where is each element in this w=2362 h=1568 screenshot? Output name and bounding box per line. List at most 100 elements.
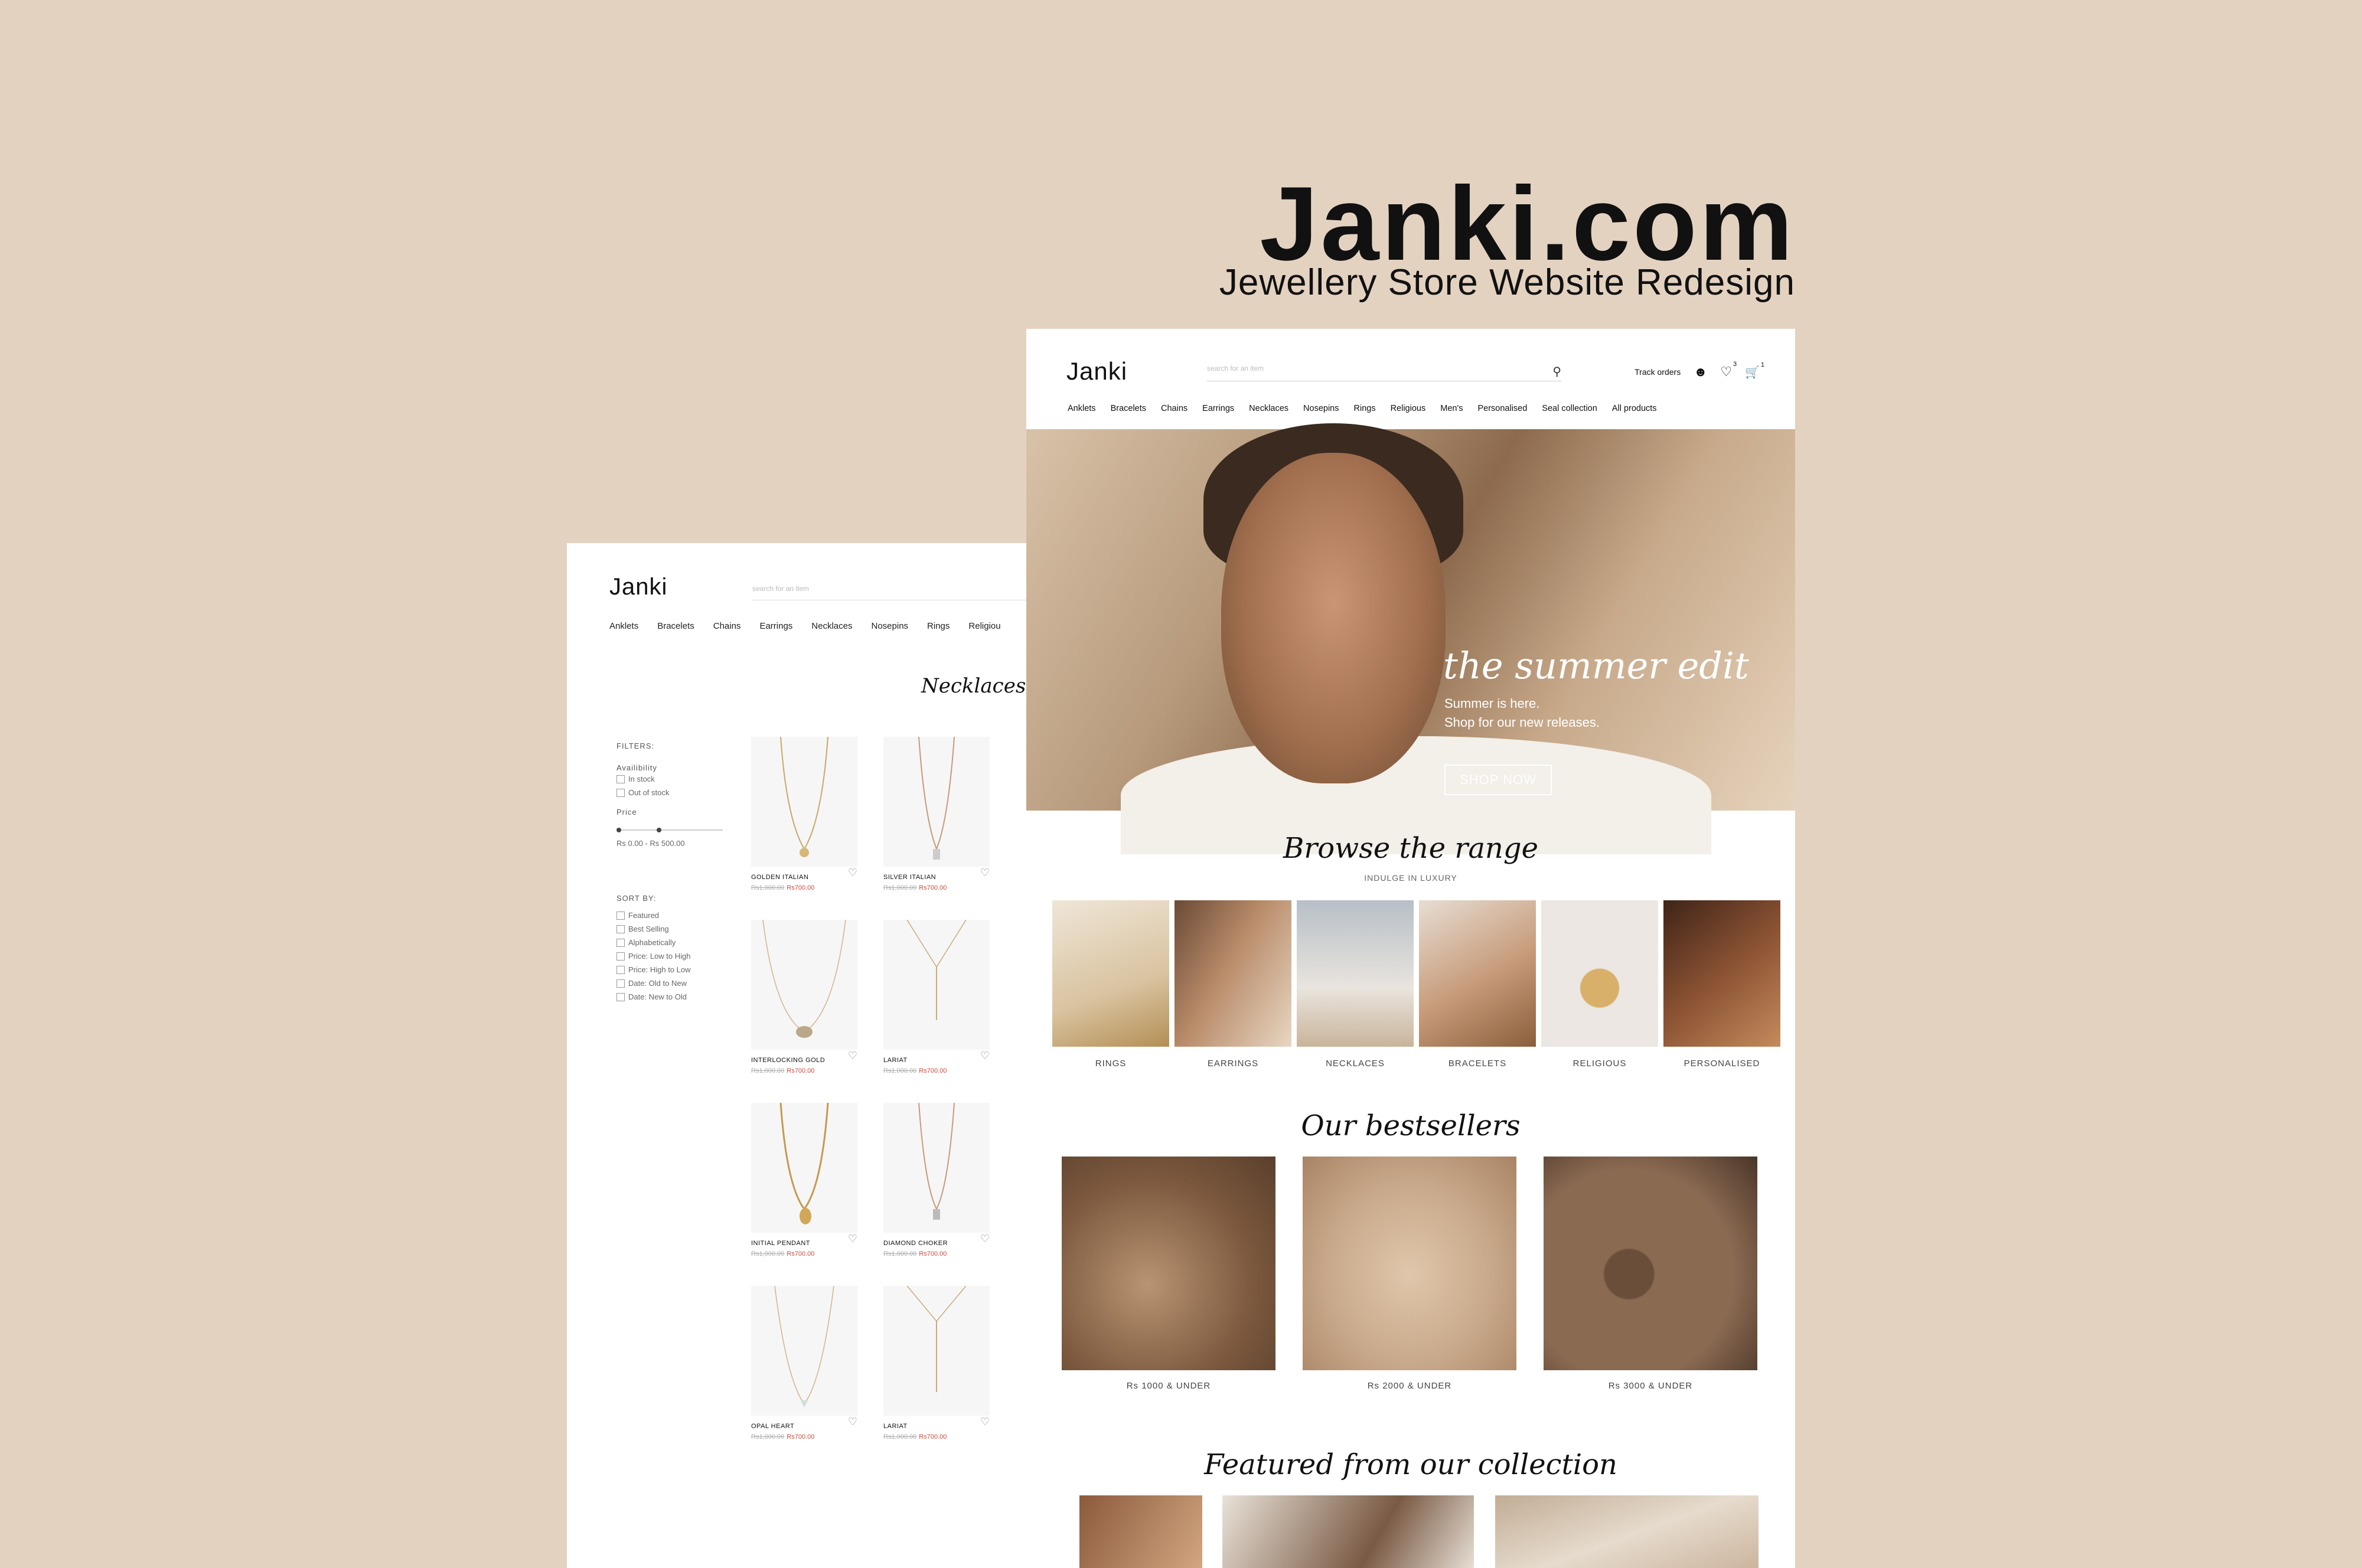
heart-icon[interactable]: ♡ xyxy=(848,1416,857,1430)
nav-item-anklets[interactable]: Anklets xyxy=(609,621,638,631)
cart-icon[interactable]: 🛒 1 xyxy=(1745,361,1764,380)
sort-option[interactable]: Price: High to Low xyxy=(616,963,735,976)
featured-image[interactable] xyxy=(1495,1495,1759,1568)
site-logo[interactable]: Janki xyxy=(609,574,667,600)
bestseller-tile[interactable]: Rs 2000 & UNDER xyxy=(1303,1157,1516,1391)
nav-item-nosepins[interactable]: Nosepins xyxy=(872,621,909,631)
nav-item-religious[interactable]: Religiou xyxy=(968,621,1000,631)
nav-item-necklaces[interactable]: Necklaces xyxy=(1249,404,1288,413)
site-logo[interactable]: Janki xyxy=(1066,357,1127,386)
checkbox[interactable] xyxy=(616,925,625,933)
price-slider[interactable] xyxy=(616,828,723,832)
featured-image[interactable] xyxy=(1222,1495,1474,1568)
nav-item-anklets[interactable]: Anklets xyxy=(1068,404,1096,413)
nav-item-seal-collection[interactable]: Seal collection xyxy=(1542,404,1597,413)
heart-icon[interactable]: ♡ xyxy=(848,867,857,881)
nav-item-religious[interactable]: Religious xyxy=(1391,404,1426,413)
heart-icon[interactable]: ♡ xyxy=(980,867,990,881)
product-image[interactable] xyxy=(751,1102,857,1233)
nav-item-all-products[interactable]: All products xyxy=(1612,404,1657,413)
sort-option[interactable]: Featured xyxy=(616,909,735,922)
sale-price: Rs700.00 xyxy=(787,1250,815,1257)
category-tile-personalised[interactable]: PERSONALISED xyxy=(1663,900,1780,1069)
sort-option[interactable]: Best Selling xyxy=(616,922,735,936)
product-name: DIAMOND CHOKER xyxy=(883,1240,948,1247)
nav-item-rings[interactable]: Rings xyxy=(1354,404,1376,413)
heart-icon[interactable]: ♡ xyxy=(980,1050,990,1064)
showcase-title: Janki.com xyxy=(1260,165,1795,282)
nav-item-earrings[interactable]: Earrings xyxy=(759,621,792,631)
product-image[interactable] xyxy=(883,1285,990,1416)
heart-icon[interactable]: ♡ xyxy=(980,1233,990,1247)
nav-item-personalised[interactable]: Personalised xyxy=(1477,404,1527,413)
product-image[interactable] xyxy=(751,1285,857,1416)
sort-option[interactable]: Alphabetically xyxy=(616,936,735,949)
product-card[interactable]: LARIAT ♡ Rs1,000.00 Rs700.00 xyxy=(883,919,990,1074)
wishlist-icon[interactable]: ♡ 3 xyxy=(1720,361,1737,380)
featured-image[interactable] xyxy=(1079,1495,1202,1568)
checkbox[interactable] xyxy=(616,952,625,961)
product-card[interactable]: INITIAL PENDANT ♡ Rs1,000.00 Rs700.00 xyxy=(751,1102,857,1257)
category-tile-earrings[interactable]: EARRINGS xyxy=(1175,900,1291,1069)
sort-option[interactable]: Price: Low to High xyxy=(616,949,735,963)
nav-item-necklaces[interactable]: Necklaces xyxy=(811,621,852,631)
nav-item-mens[interactable]: Men's xyxy=(1440,404,1463,413)
nav-item-bracelets[interactable]: Bracelets xyxy=(1111,404,1146,413)
product-card[interactable]: DIAMOND CHOKER ♡ Rs1,000.00 Rs700.00 xyxy=(883,1102,990,1257)
track-orders-link[interactable]: Track orders xyxy=(1635,367,1681,377)
user-icon[interactable]: ☻ xyxy=(1694,364,1707,380)
product-card[interactable]: GOLDEN ITALIAN ♡ Rs1,000.00 Rs700.00 xyxy=(751,736,857,891)
search-input[interactable]: search for an item xyxy=(752,584,1027,600)
product-card[interactable]: OPAL HEART ♡ Rs1,000.00 Rs700.00 xyxy=(751,1285,857,1440)
product-card[interactable]: INTERLOCKING GOLD ♡ Rs1,000.00 Rs700.00 xyxy=(751,919,857,1074)
checkbox[interactable] xyxy=(616,788,625,797)
bestseller-tile[interactable]: Rs 3000 & UNDER xyxy=(1544,1157,1757,1391)
sort-option[interactable]: Date: Old to New xyxy=(616,976,735,990)
slider-min-handle[interactable] xyxy=(616,828,621,832)
product-card[interactable]: LARIAT ♡ Rs1,000.00 Rs700.00 xyxy=(883,1285,990,1440)
product-image[interactable] xyxy=(751,919,857,1050)
old-price: Rs1,000.00 xyxy=(883,884,917,891)
checkbox[interactable] xyxy=(616,979,625,988)
product-image[interactable] xyxy=(883,919,990,1050)
heart-icon[interactable]: ♡ xyxy=(980,1416,990,1430)
product-image[interactable] xyxy=(883,736,990,867)
tile-image xyxy=(1297,900,1414,1047)
nav-item-chains[interactable]: Chains xyxy=(1161,404,1187,413)
search-input[interactable]: search for an item ⚲ xyxy=(1207,364,1561,381)
filters-heading: FILTERS: xyxy=(616,741,655,750)
category-tile-necklaces[interactable]: NECKLACES xyxy=(1297,900,1414,1069)
filter-label: In stock xyxy=(628,775,655,783)
filter-out-of-stock[interactable]: Out of stock xyxy=(616,786,735,799)
slider-max-handle[interactable] xyxy=(657,828,662,832)
product-price: Rs1,000.00 Rs700.00 xyxy=(883,884,990,891)
tile-image xyxy=(1175,900,1291,1047)
product-card[interactable]: SILVER ITALIAN ♡ Rs1,000.00 Rs700.00 xyxy=(883,736,990,891)
category-tile-rings[interactable]: RINGS xyxy=(1052,900,1169,1069)
nav-item-bracelets[interactable]: Bracelets xyxy=(657,621,694,631)
category-tile-bracelets[interactable]: BRACELETS xyxy=(1419,900,1536,1069)
heart-icon[interactable]: ♡ xyxy=(848,1233,857,1247)
checkbox[interactable] xyxy=(616,992,625,1001)
product-image[interactable] xyxy=(883,1102,990,1233)
category-tile-religious[interactable]: RELIGIOUS xyxy=(1541,900,1658,1069)
bestseller-tile[interactable]: Rs 1000 & UNDER xyxy=(1062,1157,1275,1391)
search-icon[interactable]: ⚲ xyxy=(1552,364,1561,379)
checkbox[interactable] xyxy=(616,775,625,783)
browse-subtitle: INDULGE IN LUXURY xyxy=(1364,873,1457,883)
product-image[interactable] xyxy=(751,736,857,867)
checkbox[interactable] xyxy=(616,938,625,947)
tile-image xyxy=(1544,1157,1757,1370)
shop-now-button[interactable]: SHOP NOW xyxy=(1444,765,1552,795)
nav-item-nosepins[interactable]: Nosepins xyxy=(1303,404,1339,413)
sort-option[interactable]: Date: New to Old xyxy=(616,990,735,1004)
filter-in-stock[interactable]: In stock xyxy=(616,772,735,786)
checkbox[interactable] xyxy=(616,911,625,920)
nav-item-rings[interactable]: Rings xyxy=(927,621,950,631)
heart-icon[interactable]: ♡ xyxy=(848,1050,857,1064)
nav-item-earrings[interactable]: Earrings xyxy=(1202,404,1234,413)
sort-label: Price: Low to High xyxy=(628,952,691,961)
tile-image xyxy=(1419,900,1536,1047)
checkbox[interactable] xyxy=(616,965,625,974)
nav-item-chains[interactable]: Chains xyxy=(713,621,741,631)
